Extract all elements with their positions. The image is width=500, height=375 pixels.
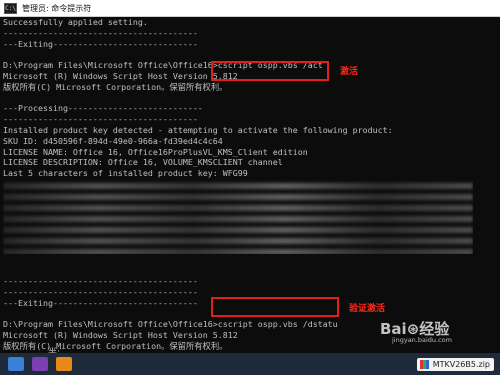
taskbar-app-icon[interactable]	[56, 357, 72, 371]
console-line: LICENSE NAME: Office 16, Office16ProPlus…	[3, 146, 308, 157]
console-line: ---------------------------------------	[3, 276, 198, 287]
blurred-line	[3, 238, 473, 244]
console-line: LICENSE DESCRIPTION: Office 16, VOLUME_K…	[3, 157, 283, 168]
console-line: ---------------------------------------	[3, 114, 198, 125]
console-line: Installed product key detected - attempt…	[3, 124, 393, 135]
blurred-line	[3, 194, 473, 200]
window-titlebar: C:\ 管理员: 命令提示符	[0, 0, 500, 17]
blurred-line	[3, 183, 473, 189]
blurred-line	[3, 216, 473, 222]
blurred-line	[3, 227, 473, 233]
taskbar-app-icon[interactable]	[32, 357, 48, 371]
zip-file-icon	[419, 360, 429, 369]
annotation-verify: 验证激活	[349, 304, 386, 314]
console-line: ---Processing---------------------------	[3, 103, 203, 114]
download-file-chip[interactable]: MTKV26B5.zip	[416, 358, 494, 371]
blurred-output-region	[3, 178, 473, 254]
console-line: Successfully applied setting.	[3, 17, 148, 27]
highlight-box-dstatus-command	[211, 297, 339, 317]
annotation-activate: 激活	[340, 67, 359, 77]
console-line: ---------------------------------------	[3, 27, 198, 38]
console-line: SKU ID: d450596f-894d-49e0-966a-fd39ed4c…	[3, 135, 223, 146]
cmd-icon: C:\	[4, 2, 17, 14]
window-title: 管理员: 命令提示符	[22, 3, 92, 13]
console-line: 版权所有(C) Microsoft Corporation。保留所有权利。	[3, 81, 228, 92]
blurred-line	[3, 205, 473, 211]
taskbar-app-icon[interactable]	[8, 357, 24, 371]
baidu-watermark-url: jingyan.baidu.com	[392, 336, 452, 344]
download-file-name: MTKV26B5.zip	[432, 360, 490, 369]
highlight-box-act-command	[211, 61, 329, 81]
console-line: ---Exiting-----------------------------	[3, 38, 198, 49]
blurred-line	[3, 249, 473, 254]
